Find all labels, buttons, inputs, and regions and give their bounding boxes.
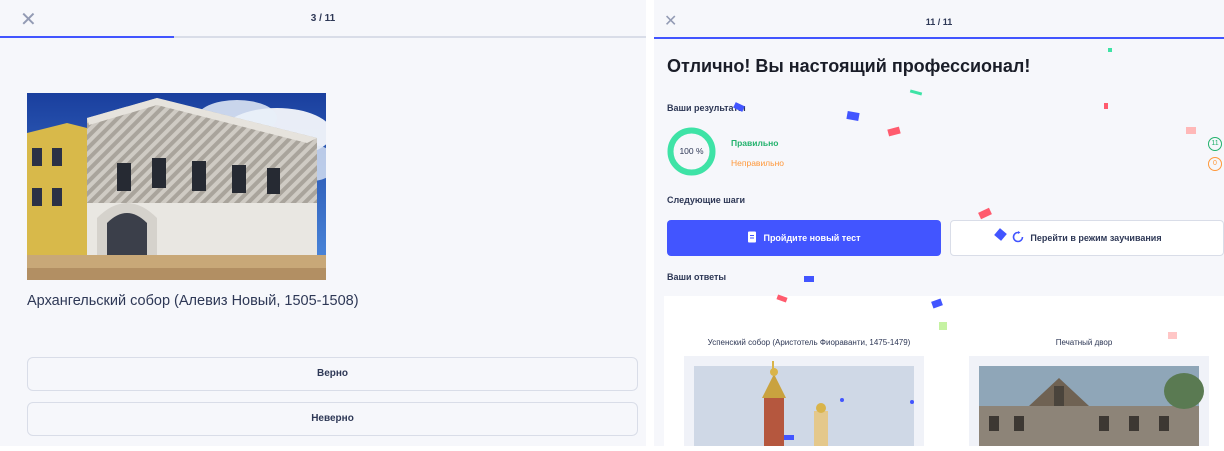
confetti [887,126,901,137]
confetti [1186,127,1196,134]
new-test-label: Пройдите новый тест [763,233,861,243]
answer-card-image [969,356,1209,446]
confetti [1104,103,1108,109]
results-topbar: ✕ 11 / 11 [654,0,1224,39]
refresh-icon [1012,231,1024,245]
confetti [909,89,923,96]
learn-mode-button[interactable]: Перейти в режим заучивания [950,220,1224,256]
results-headline: Отлично! Вы настоящий профессионал! [667,56,1031,76]
confetti [846,111,860,121]
answer-true-button[interactable]: Верно [27,357,638,391]
results-counter: 11 / 11 [925,17,953,27]
answer-card-title: Печатный двор [1055,338,1113,347]
progress-fill [0,36,175,38]
correct-count-badge: 11 [1208,137,1222,151]
confetti [804,276,814,282]
results-progress-bar [654,37,1224,39]
question-topbar: ✕ 3 / 11 [0,0,646,38]
question-counter: 3 / 11 [310,13,336,24]
wrong-count-badge: 0 [1208,157,1222,171]
correct-label: Правильно [731,138,779,148]
answer-card-image [684,356,924,446]
question-panel: ✕ 3 / 11 Архангельский собор (Алевиз Нов… [0,0,646,446]
results-section-title: Ваши результаты [667,103,746,113]
wrong-label: Неправильно [731,158,784,168]
new-test-button[interactable]: Пройдите новый тест [667,220,941,256]
answer-card-title: Успенский собор (Аристотель Фиораванти, … [707,338,911,347]
document-icon [747,231,757,245]
question-image [27,93,326,280]
answer-false-button[interactable]: Неверно [27,402,638,436]
answers-section-title: Ваши ответы [667,272,727,282]
answer-cards: Успенский собор (Аристотель Фиораванти, … [664,296,1224,446]
confetti [978,207,992,220]
question-term: Архангельский собор (Алевиз Новый, 1505-… [27,293,359,309]
learn-mode-label: Перейти в режим заучивания [1030,233,1162,243]
progress-bar [0,36,646,38]
score-percent: 100 % [679,146,704,156]
results-panel: ✕ 11 / 11 Отлично! Вы настоящий професси… [654,0,1224,446]
confetti [1108,48,1112,52]
next-steps-title: Следующие шаги [667,195,746,205]
